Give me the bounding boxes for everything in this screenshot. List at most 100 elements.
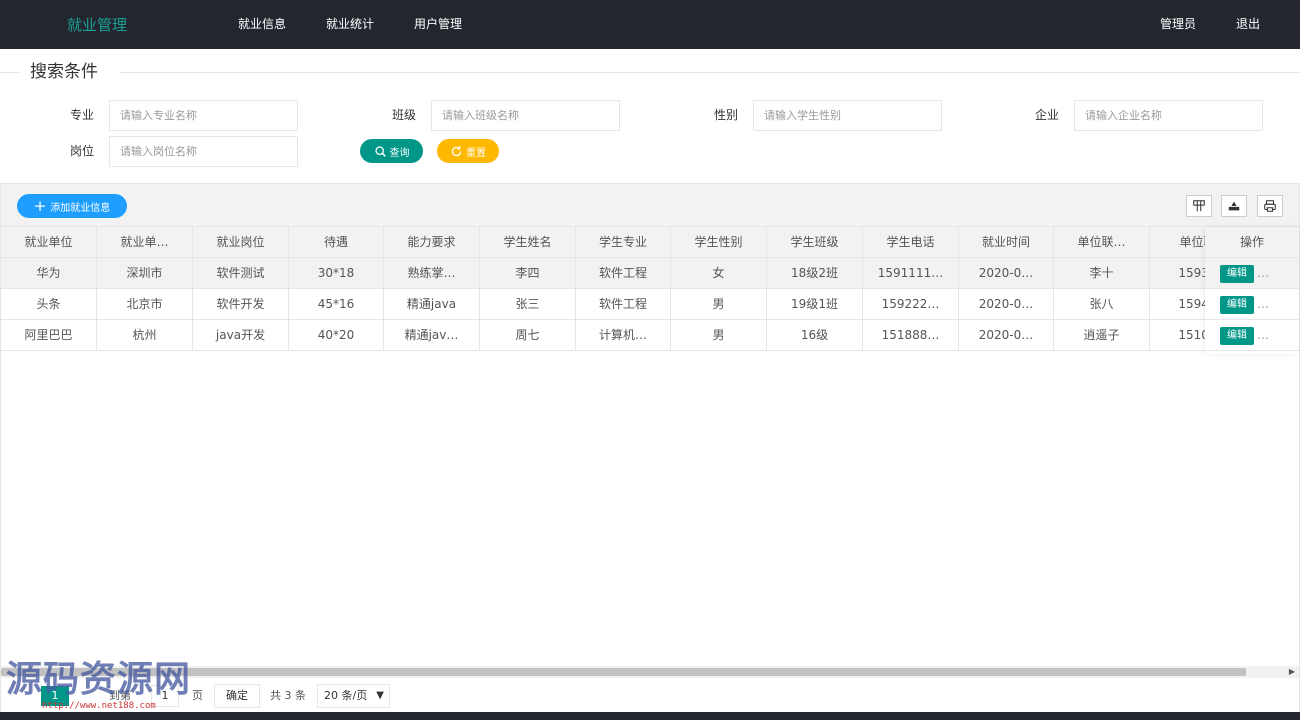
nav-employment-stats[interactable]: 就业统计 bbox=[306, 0, 394, 49]
table-cell: 计算机… bbox=[576, 320, 671, 351]
add-employment-button[interactable]: + 添加就业信息 bbox=[17, 194, 127, 218]
nav-user-management[interactable]: 用户管理 bbox=[394, 0, 482, 49]
position-label: 岗位 bbox=[69, 144, 94, 158]
nav-logout[interactable]: 退出 bbox=[1216, 0, 1280, 49]
table-cell: 周七 bbox=[480, 320, 576, 351]
columns-filter-button[interactable] bbox=[1186, 195, 1212, 217]
table-cell: 45*16 bbox=[289, 289, 384, 320]
table-row[interactable]: 华为 深圳市 软件测试 30*18 熟练掌… 李四 软件工程 女 18级2班 1… bbox=[1, 258, 1299, 289]
goto-confirm-button[interactable]: 确定 bbox=[214, 684, 260, 708]
table-header-row: 就业单位 就业单… 就业岗位 待遇 能力要求 学生姓名 学生专业 学生性别 学生… bbox=[1, 227, 1299, 258]
table-cell: 151888… bbox=[863, 320, 959, 351]
major-input[interactable] bbox=[109, 100, 298, 131]
refresh-icon bbox=[451, 145, 462, 156]
watermark-text: 源码资源网 bbox=[6, 659, 192, 700]
add-employment-label: 添加就业信息 bbox=[50, 202, 111, 214]
chevron-down-icon: ▼ bbox=[376, 690, 384, 701]
edit-button[interactable]: 编辑 bbox=[1220, 265, 1254, 283]
header-cell[interactable]: 学生电话 bbox=[863, 227, 959, 258]
top-navbar: 就业管理 就业信息 就业统计 用户管理 管理员 退出 bbox=[0, 0, 1300, 49]
ops-cell: 编辑 … bbox=[1205, 289, 1299, 320]
class-input[interactable] bbox=[431, 100, 620, 131]
table-cell: 40*20 bbox=[289, 320, 384, 351]
table-cell: 熟练掌… bbox=[384, 258, 480, 289]
table-cell: 深圳市 bbox=[97, 258, 193, 289]
print-button[interactable] bbox=[1257, 195, 1283, 217]
table-cell: 精通jav… bbox=[384, 320, 480, 351]
export-button[interactable] bbox=[1221, 195, 1247, 217]
table-cell: 软件开发 bbox=[193, 289, 289, 320]
more-actions[interactable]: … bbox=[1257, 289, 1269, 319]
more-actions[interactable]: … bbox=[1257, 320, 1269, 350]
main-nav: 就业信息 就业统计 用户管理 bbox=[218, 0, 482, 49]
header-cell[interactable]: 学生性别 bbox=[671, 227, 767, 258]
header-cell[interactable]: 就业岗位 bbox=[193, 227, 289, 258]
table-cell: 女 bbox=[671, 258, 767, 289]
header-cell[interactable]: 单位联… bbox=[1054, 227, 1150, 258]
position-input[interactable] bbox=[109, 136, 298, 167]
table-cell: 159222… bbox=[863, 289, 959, 320]
table-cell: 2020-0… bbox=[959, 258, 1054, 289]
table-row[interactable]: 阿里巴巴 杭州 java开发 40*20 精通jav… 周七 计算机… 男 16… bbox=[1, 320, 1299, 351]
nav-employment-info[interactable]: 就业信息 bbox=[218, 0, 306, 49]
header-cell[interactable]: 就业单… bbox=[97, 227, 193, 258]
table-cell: 杭州 bbox=[97, 320, 193, 351]
header-cell[interactable]: 就业时间 bbox=[959, 227, 1054, 258]
table-cell: 软件测试 bbox=[193, 258, 289, 289]
table-cell: 李四 bbox=[480, 258, 576, 289]
nav-admin[interactable]: 管理员 bbox=[1140, 0, 1216, 49]
query-button[interactable]: 查询 bbox=[360, 139, 423, 163]
page-size-select[interactable]: 20 条/页 ▼ bbox=[317, 684, 390, 708]
edit-button[interactable]: 编辑 bbox=[1220, 296, 1254, 314]
edit-button[interactable]: 编辑 bbox=[1220, 327, 1254, 345]
ops-header: 操作 bbox=[1205, 227, 1299, 258]
watermark: 源码资源网 http://www.net188.com bbox=[6, 650, 216, 716]
brand-logo[interactable]: 就业管理 bbox=[67, 14, 127, 35]
plus-icon: + bbox=[33, 196, 47, 215]
gender-label: 性别 bbox=[713, 108, 738, 122]
watermark-url: http://www.net188.com bbox=[42, 701, 156, 711]
scroll-right-arrow-icon[interactable]: ▶ bbox=[1287, 666, 1297, 678]
header-cell[interactable]: 待遇 bbox=[289, 227, 384, 258]
table-cell: 软件工程 bbox=[576, 258, 671, 289]
company-input[interactable] bbox=[1074, 100, 1263, 131]
table-cell: 16级 bbox=[767, 320, 863, 351]
table-cell: 阿里巴巴 bbox=[1, 320, 97, 351]
table-cell: 1591111… bbox=[863, 258, 959, 289]
header-cell[interactable]: 能力要求 bbox=[384, 227, 480, 258]
more-actions[interactable]: … bbox=[1257, 258, 1269, 288]
page-size-value: 20 条/页 bbox=[324, 689, 368, 702]
header-cell[interactable]: 学生班级 bbox=[767, 227, 863, 258]
table-cell: 男 bbox=[671, 289, 767, 320]
company-label: 企业 bbox=[1034, 108, 1059, 122]
reset-button[interactable]: 重置 bbox=[437, 139, 499, 163]
operations-column: 操作 编辑 … 编辑 … 编辑 … bbox=[1205, 227, 1299, 354]
fieldset-border bbox=[0, 72, 1300, 73]
table-cell: 精通java bbox=[384, 289, 480, 320]
table-cell: java开发 bbox=[193, 320, 289, 351]
columns-icon bbox=[1193, 200, 1205, 212]
header-cell[interactable]: 学生姓名 bbox=[480, 227, 576, 258]
header-cell[interactable]: 学生专业 bbox=[576, 227, 671, 258]
gender-input[interactable] bbox=[753, 100, 942, 131]
header-cell[interactable]: 就业单位 bbox=[1, 227, 97, 258]
user-nav: 管理员 退出 bbox=[1140, 0, 1280, 49]
ops-cell: 编辑 … bbox=[1205, 258, 1299, 289]
table-row[interactable]: 头条 北京市 软件开发 45*16 精通java 张三 软件工程 男 19级1班… bbox=[1, 289, 1299, 320]
total-count: 共 3 条 bbox=[270, 689, 306, 702]
query-button-label: 查询 bbox=[389, 147, 410, 159]
export-icon bbox=[1228, 201, 1240, 211]
table-cell: 18级2班 bbox=[767, 258, 863, 289]
table-cell: 北京市 bbox=[97, 289, 193, 320]
table-cell: 华为 bbox=[1, 258, 97, 289]
search-icon bbox=[374, 145, 386, 157]
table-cell: 男 bbox=[671, 320, 767, 351]
table-cell: 软件工程 bbox=[576, 289, 671, 320]
table-cell: 张八 bbox=[1054, 289, 1150, 320]
table-cell: 30*18 bbox=[289, 258, 384, 289]
class-label: 班级 bbox=[391, 108, 416, 122]
print-icon bbox=[1264, 200, 1276, 212]
table-cell: 张三 bbox=[480, 289, 576, 320]
table-cell: 2020-0… bbox=[959, 289, 1054, 320]
table-cell: 头条 bbox=[1, 289, 97, 320]
